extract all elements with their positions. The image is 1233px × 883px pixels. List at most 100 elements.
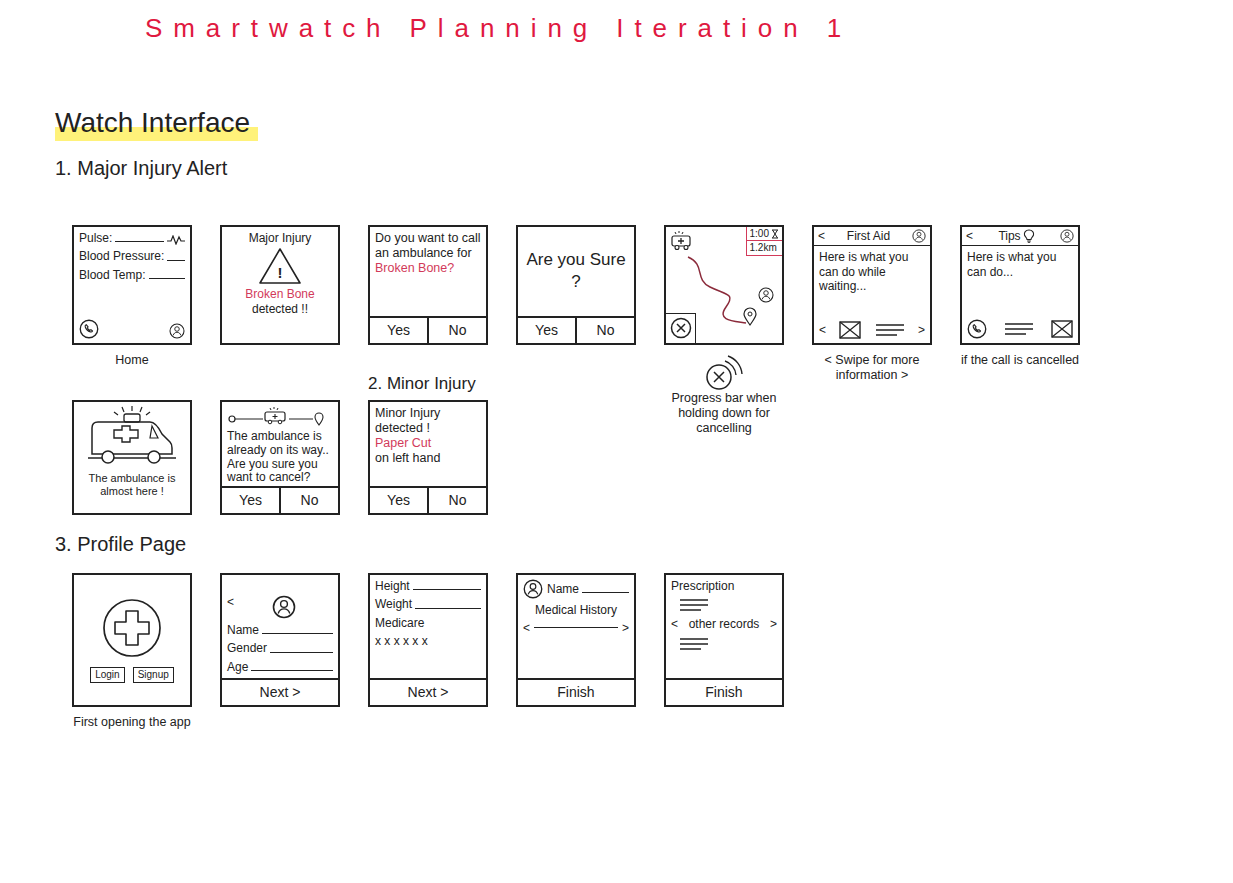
- section-label: 1. Major Injury Alert: [55, 155, 1233, 181]
- image-placeholder-icon: [839, 321, 861, 339]
- record-link[interactable]: other records: [689, 617, 760, 631]
- note-text: First opening the app: [72, 715, 192, 730]
- field-line[interactable]: [115, 241, 164, 242]
- route-map[interactable]: 1:00 1.2km: [666, 227, 782, 343]
- login-button[interactable]: Login: [90, 667, 124, 683]
- info-text: Here is what you can do...: [967, 250, 1073, 279]
- auth-buttons: Login Signup: [90, 667, 174, 683]
- screen-body: Prescription<other records>: [666, 575, 782, 678]
- screen-footer: Next >: [222, 678, 338, 705]
- field-line[interactable]: [149, 278, 186, 279]
- app-logo-icon: [101, 597, 163, 659]
- screen-body: 1:00 1.2km: [666, 227, 782, 343]
- screen-title: Tips: [976, 229, 1057, 243]
- record-line: [534, 627, 618, 628]
- page-title: Smartwatch Planning Iteration 1: [0, 0, 1233, 43]
- field-row: Weight: [375, 597, 481, 611]
- section-label: 3. Profile Page: [55, 531, 1080, 557]
- back-button[interactable]: <: [227, 595, 234, 609]
- prev-button[interactable]: <: [523, 621, 530, 635]
- profile-icon[interactable]: [758, 287, 774, 303]
- yes-button[interactable]: Yes: [370, 488, 427, 513]
- screen-note: Progress bar when holding down for cance…: [664, 345, 784, 515]
- phone-icon[interactable]: [967, 319, 987, 339]
- field-line[interactable]: [262, 633, 333, 634]
- yes-button[interactable]: Yes: [222, 488, 279, 513]
- back-button[interactable]: <: [966, 229, 973, 243]
- warning-mark: !: [258, 265, 302, 280]
- image-placeholder-icon: [1051, 320, 1073, 338]
- injury-name: Broken Bone: [227, 287, 333, 301]
- footer-button[interactable]: Finish: [518, 680, 634, 705]
- profile-icon[interactable]: [1060, 229, 1074, 243]
- watch-screen: HeightWeightMedicarex x x x x xNext >: [368, 573, 488, 707]
- lightbulb-icon: [1023, 229, 1035, 243]
- profile-icon[interactable]: [169, 323, 185, 339]
- arrival-text: The ambulance is almost here !: [79, 472, 185, 498]
- screen-body: Do you want to call an ambulance forBrok…: [370, 227, 486, 316]
- prev-button[interactable]: <: [819, 323, 826, 337]
- field-line[interactable]: [582, 592, 629, 593]
- screen-title: First Aid: [828, 229, 909, 243]
- field-line[interactable]: [413, 589, 481, 590]
- signup-button[interactable]: Signup: [133, 667, 174, 683]
- field-line[interactable]: [251, 670, 333, 671]
- eta-distance-text: 1.2km: [750, 242, 777, 254]
- field-row: Age: [227, 660, 333, 674]
- prev-button[interactable]: <: [671, 617, 678, 631]
- field-label: Pulse:: [79, 231, 112, 245]
- footer-button[interactable]: Next >: [222, 680, 338, 705]
- profile-icon: [272, 595, 296, 619]
- screen-note: First opening the app: [72, 707, 192, 730]
- field-line[interactable]: [167, 260, 185, 261]
- next-button[interactable]: >: [622, 621, 629, 635]
- form-text: x x x x x x: [375, 634, 481, 648]
- phone-icon[interactable]: [79, 319, 99, 339]
- wireframe-grid: Pulse:Blood Pressure:Blood Temp:HomeMajo…: [72, 225, 1233, 730]
- no-button[interactable]: No: [279, 488, 338, 513]
- footer-button[interactable]: Next >: [370, 680, 486, 705]
- back-button[interactable]: <: [818, 229, 825, 243]
- field-line[interactable]: [415, 608, 481, 609]
- watch-screen: Pulse:Blood Pressure:Blood Temp:: [72, 225, 192, 345]
- watch-screen: <First AidHere is what you can do while …: [812, 225, 932, 345]
- footer-button[interactable]: Finish: [666, 680, 782, 705]
- ambulance-progress-icon: [227, 406, 333, 426]
- screen-body: <NameGenderAge: [222, 575, 338, 678]
- eta-time-text: 1:00: [750, 228, 769, 240]
- next-button[interactable]: >: [918, 323, 925, 337]
- yes-button[interactable]: Yes: [370, 318, 427, 343]
- warning-icon: !: [258, 247, 302, 285]
- field-line[interactable]: [270, 652, 333, 653]
- screen-footer: Finish: [666, 678, 782, 705]
- watch-screen: The ambulance is almost here !: [72, 400, 192, 515]
- text-lines-icon: [679, 597, 777, 613]
- field-label: Height: [375, 579, 410, 593]
- note-text: Home: [72, 353, 192, 368]
- field-label: Name: [547, 582, 579, 596]
- record-pager: <>: [523, 621, 629, 635]
- yes-button[interactable]: Yes: [518, 318, 575, 343]
- watch-screen: The ambulance is already on its way.. Ar…: [220, 400, 340, 515]
- no-button[interactable]: No: [575, 318, 634, 343]
- no-button[interactable]: No: [427, 488, 486, 513]
- text-lines-icon: [875, 322, 905, 338]
- no-button[interactable]: No: [427, 318, 486, 343]
- profile-icon[interactable]: [912, 229, 926, 243]
- hold-cancel-icon: [701, 353, 747, 391]
- question-text: Do you want to call an ambulance for: [375, 231, 481, 261]
- alert-text: detected !!: [227, 302, 333, 316]
- watch-screen: NameMedical History<>Finish: [516, 573, 636, 707]
- confirm-text: Are you Sure ?: [523, 249, 629, 293]
- watch-screen: Minor Injury detected !Paper Cuton left …: [368, 400, 488, 515]
- field-label: Name: [227, 623, 259, 637]
- question-text: Minor Injury detected !: [375, 406, 481, 436]
- field-label: Blood Pressure:: [79, 249, 164, 263]
- question-text: Broken Bone?: [375, 261, 481, 276]
- watch-screen: 1:00 1.2km: [664, 225, 784, 345]
- info-pager: [967, 319, 1073, 339]
- next-button[interactable]: >: [770, 617, 777, 631]
- watch-screen: <NameGenderAgeNext >: [220, 573, 340, 707]
- cancel-button[interactable]: [666, 313, 696, 343]
- note-text: Progress bar when holding down for cance…: [664, 391, 784, 436]
